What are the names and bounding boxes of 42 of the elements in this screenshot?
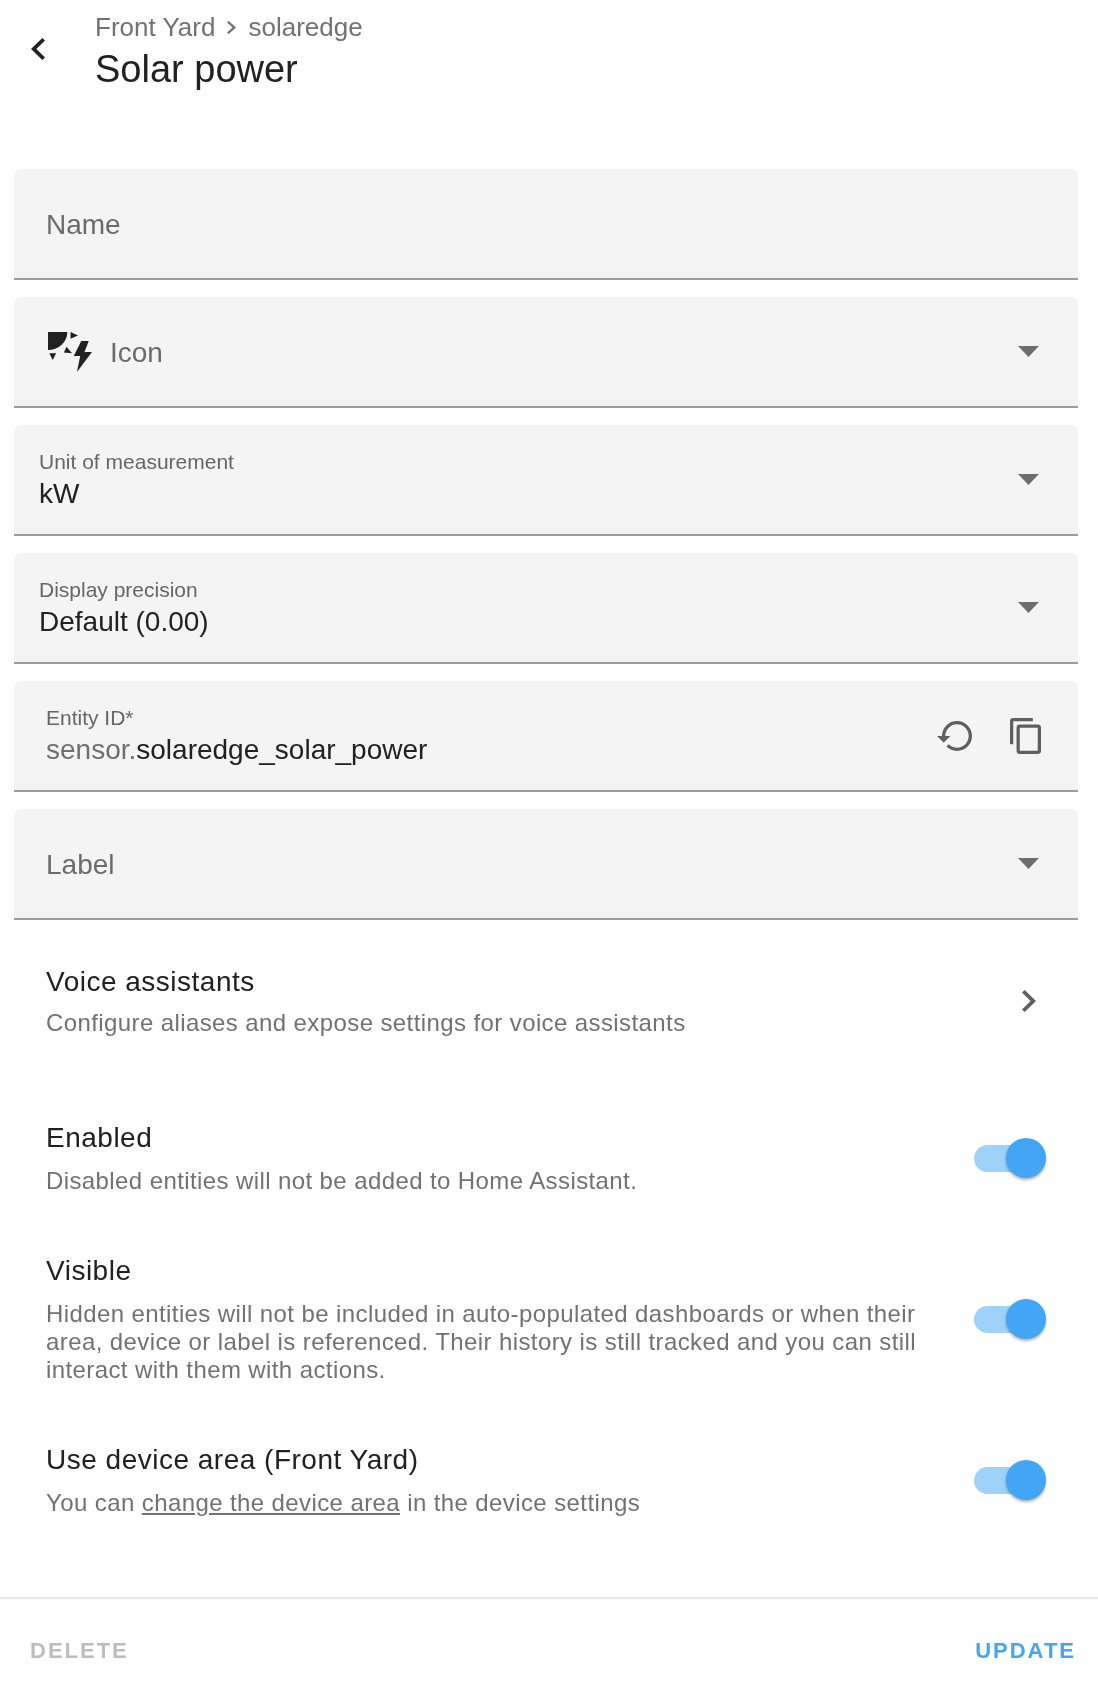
- caret-down-icon: [1018, 474, 1039, 485]
- text-field[interactable]: Entity ID* sensor.solaredge_solar_power: [14, 681, 1078, 792]
- field-value: sensor.solaredge_solar_power: [46, 734, 429, 766]
- chevron-left-icon: [31, 38, 45, 60]
- field-label: Label: [46, 848, 115, 881]
- setting-title: Enabled: [46, 1121, 154, 1155]
- icon-picker-field[interactable]: Icon: [14, 297, 1078, 408]
- toggle-switch[interactable]: [974, 1138, 1046, 1178]
- breadcrumb-link[interactable]: Front Yard: [95, 12, 216, 42]
- setting-description: You can change the device area in the device settings: [46, 1489, 642, 1517]
- text-field[interactable]: Name: [14, 169, 1078, 280]
- copy-icon: [1009, 717, 1041, 754]
- field-value: kW: [39, 478, 81, 510]
- field-label: Display precision: [39, 577, 199, 603]
- field-label: Entity ID*: [46, 705, 135, 731]
- disabled-button: DELETE: [14, 1626, 145, 1674]
- toggle-switch[interactable]: [974, 1460, 1046, 1500]
- setting-title: Use device area (Front Yard): [46, 1443, 420, 1477]
- setting-description: Disabled entities will not be added to Home Assistant.: [46, 1167, 639, 1195]
- field-label: Icon: [110, 336, 163, 369]
- action-button[interactable]: UPDATE: [959, 1626, 1092, 1674]
- page-title: Solar power: [95, 47, 299, 91]
- device-area-link[interactable]: change the device area: [141, 1489, 401, 1516]
- field-value: Default (0.00): [39, 606, 210, 638]
- caret-down-icon: [1018, 602, 1039, 613]
- toggle-switch[interactable]: [974, 1299, 1046, 1339]
- dropdown-field[interactable]: Label: [14, 809, 1078, 920]
- setting-title: Voice assistants: [46, 965, 256, 999]
- setting-description: Configure aliases and expose settings for voice assistants: [46, 1009, 687, 1037]
- sun-bolt-icon: [48, 331, 92, 372]
- setting-title: Visible: [46, 1254, 133, 1288]
- chevron-right-icon: [227, 20, 237, 34]
- field-label: Name: [46, 208, 121, 241]
- field-label: Unit of measurement: [39, 449, 235, 475]
- caret-down-icon: [1018, 858, 1039, 869]
- caret-down-icon: [1018, 346, 1039, 357]
- dropdown-field[interactable]: Unit of measurement kW: [14, 425, 1078, 536]
- circular-arrow-icon: [936, 720, 972, 751]
- dropdown-field[interactable]: Display precision Default (0.00): [14, 553, 1078, 664]
- chevron-right-icon[interactable]: [1022, 990, 1036, 1012]
- breadcrumb-link[interactable]: solaredge: [248, 12, 363, 42]
- setting-description: Hidden entities will not be included in auto-populated dashboards or when their area, device or label is referenced. Their history is still tracked and you can still interact with them with actions.: [46, 1300, 917, 1384]
